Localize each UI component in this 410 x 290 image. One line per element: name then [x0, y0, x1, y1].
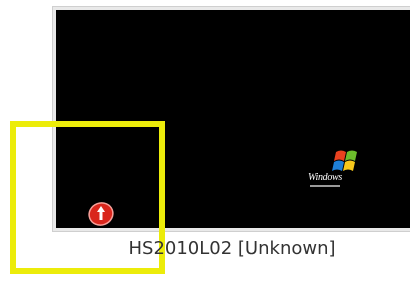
windows-xp-logo-icon: Windows — [308, 148, 368, 192]
windows-logo-text: Windows — [308, 172, 343, 183]
windows-logo-subtext — [310, 185, 340, 187]
vm-name-label[interactable]: HS2010L02 [Unknown] — [52, 238, 410, 259]
